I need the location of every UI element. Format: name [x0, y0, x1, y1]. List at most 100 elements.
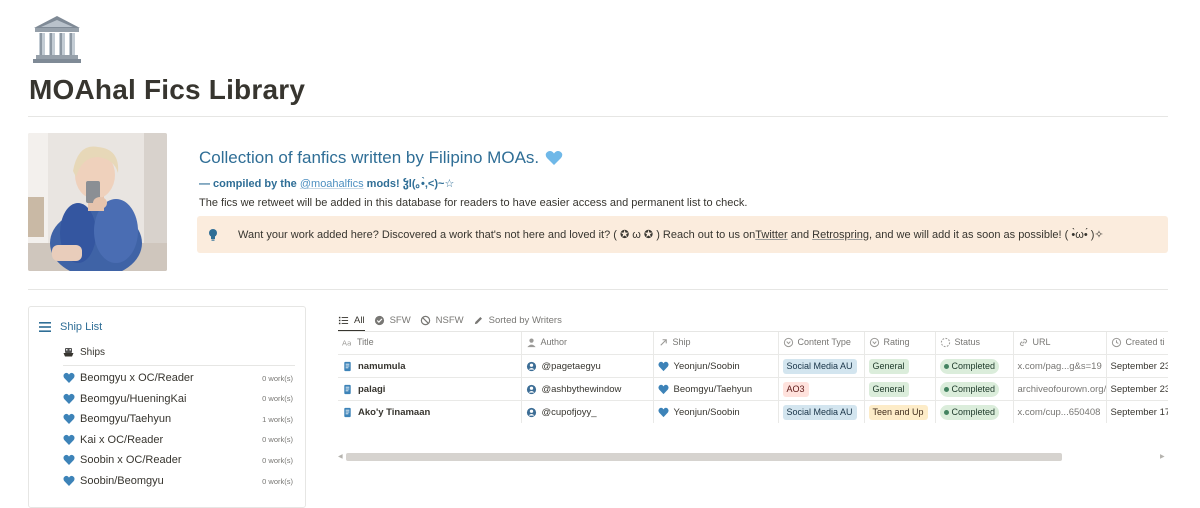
- title-cell[interactable]: namumula: [338, 354, 522, 378]
- column-header-content-type[interactable]: Content Type: [778, 332, 865, 355]
- rating-cell[interactable]: General: [864, 354, 936, 378]
- ship-relation: Beomgyu/Taehyun: [673, 383, 753, 395]
- content-type-tag: Social Media AU: [782, 358, 857, 374]
- list-icon: [338, 316, 349, 324]
- fic-title: palagi: [358, 383, 386, 395]
- column-header-content: Ship: [658, 337, 691, 348]
- table-row[interactable]: namumula @pagetaegyu Yeonjun/Soobin Social …: [338, 354, 1168, 378]
- created-time-cell: September 23: [1106, 354, 1168, 378]
- ship-relation: Yeonjun/Soobin: [673, 406, 740, 418]
- prohibit-icon: [420, 315, 430, 325]
- ship-work-count: 0 work(s): [262, 373, 293, 383]
- url-cell[interactable]: archiveofourown.org/: [1013, 377, 1107, 401]
- column-header-url[interactable]: URL: [1013, 332, 1107, 355]
- table-row[interactable]: palagi @ashbythewindow Beomgyu/Taehyun AO3 G…: [338, 377, 1168, 401]
- twitter-link[interactable]: Twitter: [755, 229, 787, 241]
- database-table: Aa Title Author Ship Content Type Rating Statu…: [338, 332, 1168, 423]
- blue-heart-icon: [63, 414, 75, 425]
- person-icon: [526, 338, 536, 347]
- title-cell[interactable]: Ako'y Tinamaan: [338, 400, 522, 423]
- status-dot: [943, 363, 949, 369]
- tab-sfw[interactable]: SFW: [374, 309, 411, 331]
- ship-list-item[interactable]: Soobin x OC/Reader 0 work(s): [63, 450, 293, 470]
- blue-heart-icon: [657, 361, 669, 371]
- ship-cell[interactable]: Yeonjun/Soobin: [653, 354, 779, 378]
- title-cell-content: Ako'y Tinamaan: [342, 406, 520, 418]
- hero-subheading: — compiled by the @moahalfics mods! ჴl(｡…: [199, 175, 454, 191]
- ships-divider: [63, 365, 295, 366]
- column-header-author[interactable]: Author: [521, 332, 654, 355]
- ships-group-text: Ships: [80, 347, 106, 358]
- user-circle-icon: [526, 361, 536, 371]
- text-icon: Aa: [342, 338, 352, 347]
- ship-list-item[interactable]: Beomgyu/HueningKai 0 work(s): [63, 389, 293, 409]
- rating-cell[interactable]: Teen and Up: [864, 400, 936, 423]
- title-cell[interactable]: palagi: [338, 377, 522, 401]
- url-cell[interactable]: x.com/pag...g&s=19: [1013, 354, 1107, 378]
- tab-all[interactable]: All: [338, 309, 365, 332]
- horizontal-scrollbar[interactable]: [346, 453, 1062, 461]
- fic-url: archiveofourown.org/: [1017, 383, 1106, 395]
- pencil-icon: [474, 316, 482, 324]
- ship-list-item[interactable]: Soobin/Beomgyu 0 work(s): [63, 471, 293, 491]
- callout-text-2: and: [787, 228, 813, 241]
- ship-name: Kai x OC/Reader: [80, 433, 164, 446]
- ship-list-item[interactable]: Beomgyu/Taehyun 1 work(s): [63, 409, 293, 429]
- column-label: URL: [1032, 337, 1051, 347]
- author-handle: @ashbythewindow: [541, 383, 622, 395]
- blue-heart-icon: [63, 372, 75, 383]
- page-icon: [344, 407, 351, 417]
- column-header-content: Aa Title: [342, 337, 374, 348]
- column-header-title[interactable]: Aa Title: [338, 332, 522, 355]
- status-cell[interactable]: Completed: [935, 400, 1014, 423]
- column-header-status[interactable]: Status: [935, 332, 1014, 355]
- content-type-cell[interactable]: Social Media AU: [778, 354, 865, 378]
- author-cell-content: @cupofjoyy_: [526, 407, 653, 418]
- ship-list-item[interactable]: Beomgyu x OC/Reader 0 work(s): [63, 368, 293, 388]
- column-label: Status: [954, 337, 981, 347]
- column-header-rating[interactable]: Rating: [864, 332, 936, 355]
- column-label: Author: [540, 337, 568, 347]
- author-cell[interactable]: @pagetaegyu: [521, 354, 654, 378]
- author-cell[interactable]: @ashbythewindow: [521, 377, 654, 401]
- author-cell[interactable]: @cupofjoyy_: [521, 400, 654, 423]
- blue-heart-icon: [63, 393, 75, 404]
- rating-tag: Teen and Up: [868, 404, 928, 420]
- tab-label: Sorted by Writers: [488, 314, 562, 326]
- url-cell[interactable]: x.com/cup...650408: [1013, 400, 1107, 423]
- scroll-left-arrow[interactable]: ◀: [338, 453, 343, 460]
- svg-text:Aa: Aa: [342, 338, 352, 347]
- retrospring-link[interactable]: Retrospring: [812, 229, 869, 241]
- column-label: Content Type: [797, 337, 851, 347]
- scroll-right-arrow[interactable]: ▶: [1160, 453, 1165, 460]
- blue-heart-icon: [63, 475, 75, 486]
- ship-cell[interactable]: Yeonjun/Soobin: [653, 400, 779, 423]
- rating-cell[interactable]: General: [864, 377, 936, 401]
- status-cell[interactable]: Completed: [935, 354, 1014, 378]
- table-row[interactable]: Ako'y Tinamaan @cupofjoyy_ Yeonjun/Soobin S…: [338, 400, 1168, 423]
- status-cell[interactable]: Completed: [935, 377, 1014, 401]
- content-type-cell[interactable]: AO3: [778, 377, 865, 401]
- content-type-cell[interactable]: Social Media AU: [778, 400, 865, 423]
- ships-group-label: Ships: [63, 347, 105, 358]
- tab-label: SFW: [389, 314, 411, 326]
- status-tag: Completed: [939, 381, 1000, 397]
- ship-list-title: Ship List: [60, 321, 103, 333]
- tab-sorted-by-writers[interactable]: Sorted by Writers: [473, 309, 562, 331]
- status-tag: Completed: [939, 404, 1000, 420]
- fic-title: Ako'y Tinamaan: [358, 406, 431, 418]
- ship-list-header[interactable]: Ship List: [39, 321, 102, 333]
- column-label: Rating: [883, 337, 910, 347]
- author-handle: @pagetaegyu: [541, 360, 601, 372]
- ship-cell[interactable]: Beomgyu/Taehyun: [653, 377, 779, 401]
- tab-label: NSFW: [435, 314, 464, 326]
- ship-name: Beomgyu/Taehyun: [80, 413, 172, 426]
- callout-text-3: , and we will add it as soon as possible…: [869, 229, 1104, 241]
- column-header-content: Content Type: [783, 337, 851, 348]
- column-header-created-ti[interactable]: Created ti: [1106, 332, 1168, 355]
- ship-list-item[interactable]: Kai x OC/Reader 0 work(s): [63, 430, 293, 450]
- tab-nsfw[interactable]: NSFW: [420, 309, 464, 331]
- column-header-ship[interactable]: Ship: [653, 332, 779, 355]
- status-dot: [943, 386, 949, 392]
- mods-mention-link[interactable]: @moahalfics: [300, 178, 364, 190]
